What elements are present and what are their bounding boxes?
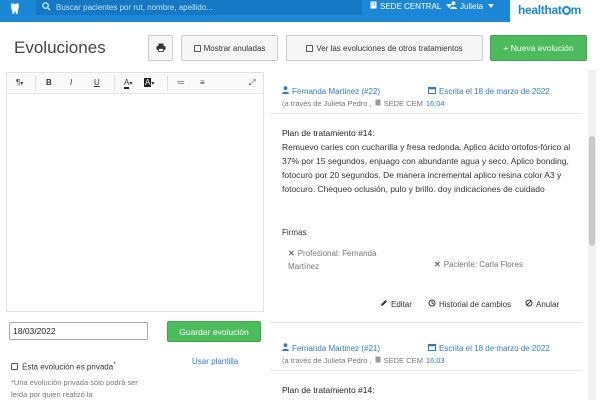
tooth-icon: [10, 3, 20, 17]
mostrar-anuladas-toggle[interactable]: Mostrar anuladas: [181, 35, 278, 61]
toolbar-divider: [167, 76, 168, 91]
guardar-evolucion-button[interactable]: Guardar evolución: [167, 321, 261, 342]
firmas-label: Firmas: [282, 228, 307, 237]
building-icon: [370, 1, 377, 11]
calendar-icon: [428, 343, 436, 353]
rich-text-editor: ¶▾ B I U A▾ A▾ ≔ ≡ ⤢: [6, 72, 264, 312]
private-checkbox[interactable]: [11, 362, 18, 370]
building-icon: [375, 99, 381, 108]
underline-button[interactable]: U: [94, 78, 100, 88]
sede-label: SEDE CENTRAL: [380, 1, 442, 11]
private-checkbox-row[interactable]: Esta evolución es privada*: [11, 361, 116, 372]
toolbar-divider: [114, 76, 115, 91]
chevron-down-icon: [488, 4, 495, 8]
checkbox[interactable]: [193, 44, 201, 52]
user-menu[interactable]: Julieta: [450, 1, 495, 11]
editor-toolbar: ¶▾ B I U A▾ A▾ ≔ ≡ ⤢: [7, 73, 263, 94]
nueva-evolucion-label: + Nueva evolución: [503, 43, 574, 53]
guardar-evolucion-label: Guardar evolución: [179, 326, 249, 337]
close-icon: ✕: [434, 260, 441, 269]
plan-text: Remuevo caries con cucharilla y fresa re…: [282, 142, 571, 194]
feed-scrollbar[interactable]: [588, 70, 596, 400]
fullscreen-button[interactable]: ⤢: [249, 78, 255, 88]
mostrar-anuladas-label: Mostrar anuladas: [203, 43, 266, 53]
healthatom-logo[interactable]: healthat m: [518, 3, 581, 17]
date-input[interactable]: [9, 322, 148, 340]
author-link[interactable]: Fernanda Martinez (#21): [282, 343, 380, 353]
scrollbar-thumb[interactable]: [589, 136, 595, 246]
search-icon: [42, 2, 52, 12]
calendar-icon: [428, 86, 436, 96]
page-title: Evoluciones: [14, 38, 106, 57]
italic-button[interactable]: I: [70, 78, 72, 88]
paragraph-format-button[interactable]: ¶▾: [16, 78, 23, 88]
toolbar-divider: [35, 76, 36, 91]
ban-icon: [525, 299, 533, 309]
signature-profesional: ✕ Profesional: Fernanda Martínez: [288, 249, 377, 271]
evolucion-card: Fernanda Martinez (#22) Escrita el 18 de…: [270, 70, 582, 323]
historial-button[interactable]: Historial de cambios: [428, 299, 511, 309]
signature-paciente: ✕ Paciente: Carla Flores: [434, 260, 523, 269]
usar-plantilla-link[interactable]: Usar plantilla: [192, 357, 238, 366]
card-header: Fernanda Martinez (#21) Escrita el 18 de…: [270, 327, 582, 371]
evoluciones-feed: Fernanda Martinez (#22) Escrita el 18 de…: [270, 70, 588, 400]
history-icon: [428, 299, 436, 309]
pencil-icon: [380, 299, 388, 309]
sede-dropdown[interactable]: SEDE CENTRAL: [370, 1, 453, 11]
text-color-button[interactable]: A▾: [124, 78, 132, 89]
written-date: Escrita el 18 de marzo de 2022: [428, 343, 550, 353]
anular-button[interactable]: Anular: [525, 299, 559, 309]
user-icon: [282, 86, 289, 96]
editor-content[interactable]: [7, 95, 263, 311]
bold-button[interactable]: B: [46, 78, 52, 88]
plan-title: Plan de tratamiento #14:: [282, 385, 375, 395]
written-date: Escrita el 18 de marzo de 2022: [428, 86, 550, 96]
bullet-list-button[interactable]: ≔: [177, 78, 185, 88]
print-button[interactable]: [148, 35, 173, 61]
author-link[interactable]: Fernanda Martinez (#22): [282, 86, 380, 96]
user-name: Julieta: [460, 1, 484, 11]
user-icon: [282, 343, 289, 353]
printer-icon: [156, 43, 166, 54]
otros-tratamientos-label: Ver las evoluciones de otros tratamiento…: [316, 43, 463, 53]
plan-title: Plan de tratamiento #14:: [282, 128, 375, 138]
otros-tratamientos-toggle[interactable]: Ver las evoluciones de otros tratamiento…: [286, 35, 483, 61]
sidebar-toggle[interactable]: [0, 0, 34, 22]
via-line: (a través de Julieta Pedro , SEDE CEM 16:…: [282, 99, 445, 108]
evolucion-card: Fernanda Martinez (#21) Escrita el 18 de…: [270, 327, 582, 400]
search-input[interactable]: [56, 1, 346, 13]
private-label: Esta evolución es privada*: [22, 361, 116, 372]
editar-button[interactable]: Editar: [380, 299, 412, 309]
nueva-evolucion-button[interactable]: + Nueva evolución: [490, 35, 587, 61]
building-icon: [375, 356, 381, 365]
private-note: *Una evolución privada sólo podrá ser le…: [11, 378, 138, 399]
checkbox[interactable]: [306, 44, 314, 52]
close-icon: ✕: [288, 249, 295, 258]
numbered-list-button[interactable]: ≡: [200, 78, 205, 88]
via-line: (a través de Julieta Pedro , SEDE CEM 16:…: [282, 356, 445, 365]
user-icon: [450, 1, 457, 11]
highlight-color-button[interactable]: A▾: [144, 78, 154, 88]
card-header: Fernanda Martinez (#22) Escrita el 18 de…: [270, 70, 582, 114]
